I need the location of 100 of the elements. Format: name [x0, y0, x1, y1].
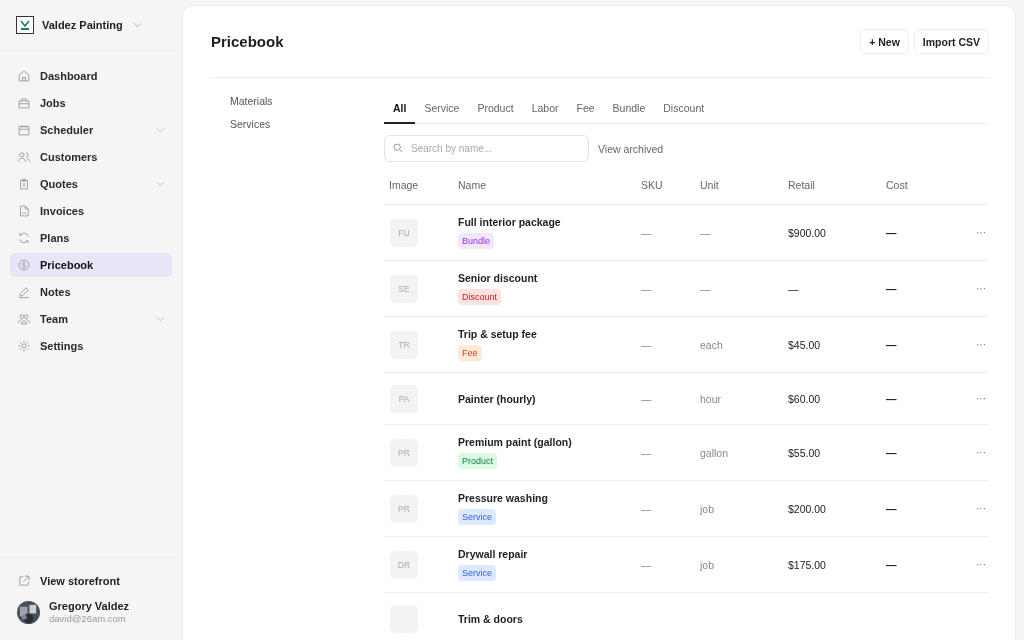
table-cell-text: each	[700, 338, 724, 351]
chevron-down-icon[interactable]	[132, 22, 142, 28]
table-cell-text: —	[641, 338, 653, 351]
more-button[interactable]: ···	[966, 339, 986, 350]
sidebar-item[interactable]: Invoices	[10, 199, 172, 223]
table-cell-text: —	[641, 502, 653, 515]
table-cell-text: job	[700, 502, 715, 515]
filter-tab[interactable]: Labor	[522, 96, 568, 124]
view-archived-link[interactable]: View archived	[598, 142, 664, 155]
table-cell-text: gallon	[700, 446, 730, 459]
initials-thumbnail: DR	[390, 550, 418, 579]
item-name: Painter (hourly)	[458, 392, 536, 405]
table-cell-text: $200.00	[788, 502, 827, 515]
user-email: david@26am.com	[49, 613, 127, 624]
table-cell-text: —	[886, 226, 898, 239]
column-header: Image	[388, 179, 420, 191]
filter-tab[interactable]: Discount	[654, 96, 714, 124]
table-cell-text: —	[700, 226, 712, 239]
type-tag: Service	[458, 509, 496, 525]
type-tag: Product	[458, 453, 498, 469]
more-button[interactable]: ···	[966, 503, 986, 514]
filter-tab[interactable]: Fee	[567, 96, 604, 124]
column-header: Name	[458, 179, 487, 191]
table-cell-text: $55.00	[788, 446, 822, 459]
sidebar-item[interactable]: Customers	[10, 145, 172, 169]
table-cell-text: —	[641, 226, 653, 239]
sidebar-item[interactable]: Team	[10, 307, 172, 331]
table-cell-text: —	[641, 282, 653, 295]
initials-thumbnail: PR	[390, 438, 418, 467]
user-name: Gregory Valdez	[49, 600, 130, 612]
filter-tab[interactable]: Bundle	[603, 96, 655, 124]
category-link[interactable]: Materials	[230, 95, 384, 107]
logo-icon	[16, 16, 34, 34]
table-cell-text: $900.00	[788, 226, 827, 239]
item-name: Trim & doors	[458, 612, 523, 625]
workspace-name[interactable]: Valdez Painting	[42, 19, 123, 31]
table-cell-text: $60.00	[788, 392, 822, 405]
search-icon	[393, 143, 403, 153]
item-name: Senior discount	[458, 272, 538, 284]
table-cell-text: —	[641, 558, 653, 571]
table-cell-text: —	[700, 282, 712, 295]
table-cell-text: —	[886, 502, 898, 515]
clipboard-icon	[17, 177, 31, 191]
table-cell-text: —	[641, 392, 653, 405]
more-button[interactable]: ···	[966, 227, 986, 238]
sidebar-item[interactable]: Pricebook	[10, 253, 172, 277]
pencil-icon	[17, 285, 31, 299]
more-button[interactable]: ···	[966, 559, 986, 570]
search-field[interactable]: Search by name...	[384, 135, 589, 162]
sidebar-item[interactable]: Settings	[10, 334, 172, 358]
table-cell-text: —	[886, 392, 898, 405]
import-button[interactable]: Import CSV	[913, 29, 989, 54]
initials-thumbnail: PA	[390, 384, 418, 413]
table-cell-text: hour	[700, 392, 722, 405]
item-name: Pressure washing	[458, 492, 548, 504]
table-cell-text: job	[700, 558, 715, 571]
storefront-link[interactable]: View storefront	[17, 574, 165, 588]
more-button[interactable]: ···	[966, 447, 986, 458]
calendar-icon	[17, 123, 31, 137]
table-cell-text: $175.00	[788, 558, 827, 571]
table-cell-text: —	[886, 282, 898, 295]
sidebar-item[interactable]: Jobs	[10, 91, 172, 115]
initials-thumbnail: TR	[390, 330, 418, 359]
sidebar-item[interactable]: Plans	[10, 226, 172, 250]
type-tag: Fee	[458, 345, 482, 361]
category-link[interactable]: Services	[230, 118, 384, 130]
column-header: Unit	[700, 179, 720, 191]
table-cell-text: $45.00	[788, 338, 822, 351]
type-tag: Bundle	[458, 233, 495, 249]
dollar-icon	[17, 258, 31, 272]
item-name: Full interior package	[458, 216, 561, 228]
people-icon	[17, 150, 31, 164]
document-icon	[17, 204, 31, 218]
sidebar-item[interactable]: Quotes	[10, 172, 172, 196]
item-name: Trip & setup fee	[458, 328, 537, 340]
refresh-icon	[17, 231, 31, 245]
home-icon	[17, 69, 31, 83]
more-button[interactable]: ···	[966, 393, 986, 404]
page-title: Pricebook	[211, 33, 284, 50]
filter-tab[interactable]: Product	[468, 96, 523, 124]
type-tag: Discount	[458, 289, 501, 305]
table-cell-text: —	[886, 338, 898, 351]
column-header: Cost	[886, 179, 909, 191]
filter-tab[interactable]: All	[384, 96, 416, 124]
new-button[interactable]: + New	[860, 29, 909, 54]
sidebar-item[interactable]: Dashboard	[10, 64, 172, 88]
table-cell-text: —	[886, 558, 898, 571]
briefcase-icon	[17, 96, 31, 110]
initials-thumbnail: PR	[390, 494, 418, 523]
item-name: Premium paint (gallon)	[458, 436, 572, 448]
group-icon	[17, 312, 31, 326]
initials-thumbnail: FU	[390, 218, 418, 247]
column-header: SKU	[641, 179, 664, 191]
sidebar-item[interactable]: Scheduler	[10, 118, 172, 142]
sidebar-item[interactable]: Notes	[10, 280, 172, 304]
table-cell-text: —	[641, 446, 653, 459]
filter-tab[interactable]: Service	[415, 96, 469, 124]
more-button[interactable]: ···	[966, 283, 986, 294]
table-cell-text: —	[788, 282, 800, 295]
settings-icon	[17, 339, 31, 353]
